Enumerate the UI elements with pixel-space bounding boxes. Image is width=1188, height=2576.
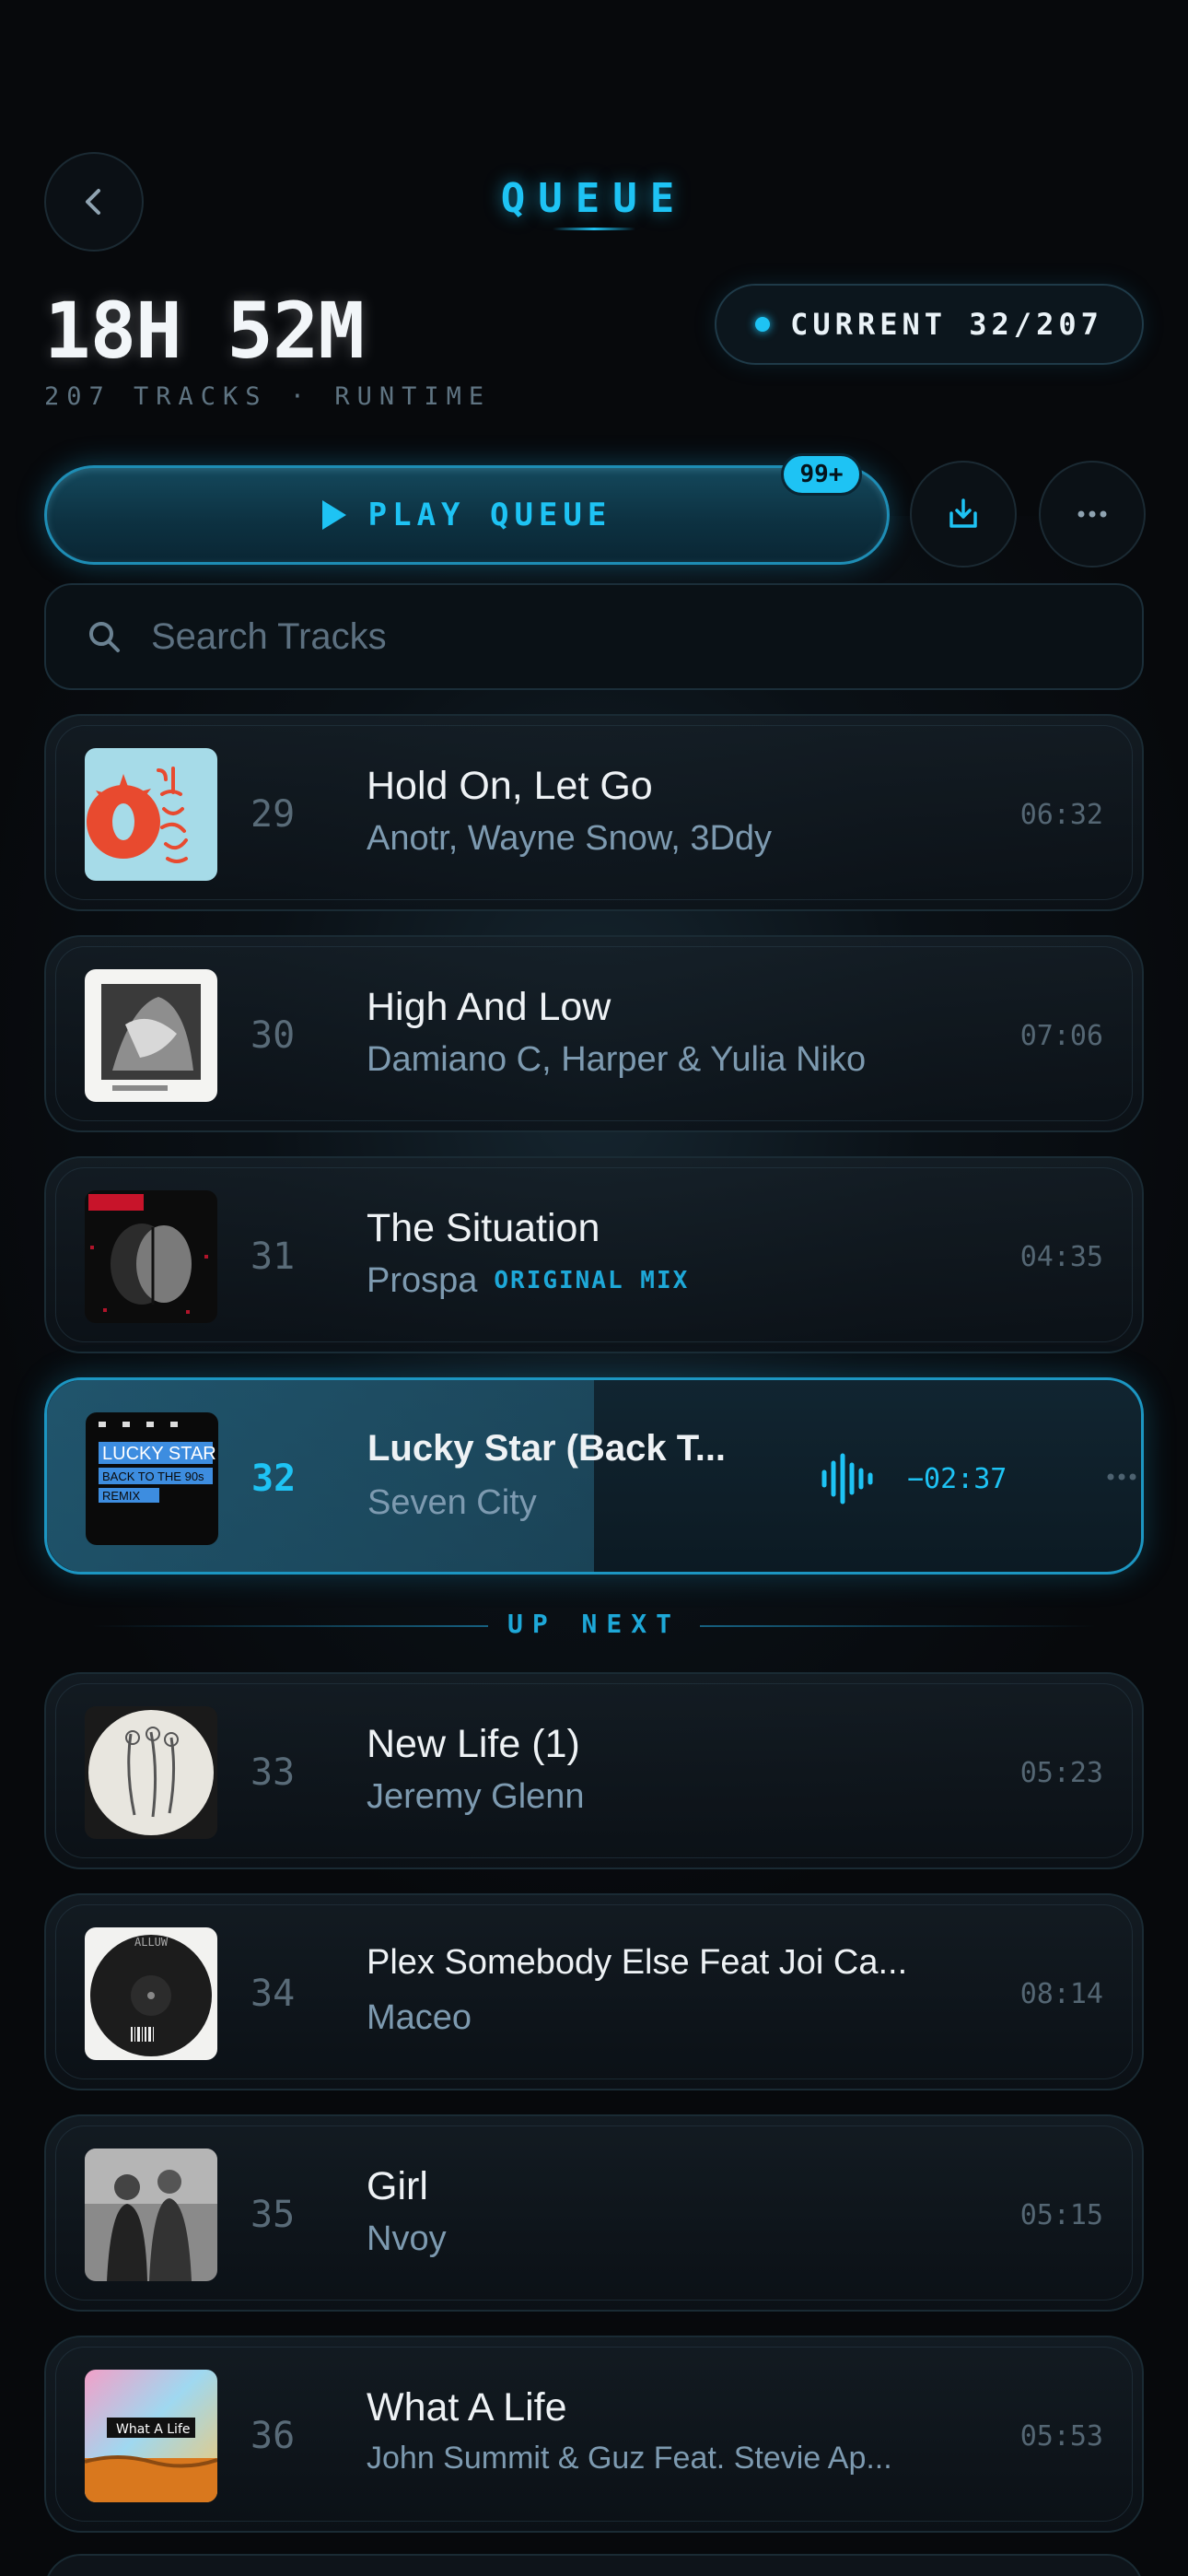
svg-text:ALLUW: ALLUW <box>134 1936 169 1949</box>
track-artist: John Summit & Guz Feat. Stevie Ap... <box>367 2441 892 2476</box>
track-artist: Jeremy Glenn <box>367 1777 585 1816</box>
track-row[interactable]: 30 High And Low Damiano C, Harper & Yuli… <box>44 935 1144 1132</box>
svg-text:What A Life: What A Life <box>116 2422 191 2437</box>
track-number: 35 <box>250 2194 296 2236</box>
play-queue-button[interactable]: PLAY QUEUE <box>44 465 890 565</box>
total-runtime: 18H 52M <box>44 286 365 376</box>
now-playing-row[interactable]: LUCKY STAR BACK TO THE 90s REMIX 32 Luck… <box>44 1377 1144 1575</box>
track-duration: 05:15 <box>1019 2198 1103 2231</box>
track-title: The Situation <box>367 1206 600 1250</box>
more-icon <box>1077 510 1107 518</box>
svg-text:LUCKY STAR: LUCKY STAR <box>102 1444 216 1464</box>
album-cover <box>85 969 217 1102</box>
album-cover <box>85 748 217 881</box>
search-icon <box>89 622 120 652</box>
track-number: 33 <box>250 1751 296 1794</box>
svg-text:REMIX: REMIX <box>102 1489 141 1503</box>
track-options-icon[interactable] <box>1106 1472 1137 1481</box>
play-queue-label: PLAY QUEUE <box>367 497 612 533</box>
track-title: Lucky Star (Back T... <box>367 1428 727 1469</box>
track-artist: Maceo <box>367 1998 472 2037</box>
divider-line <box>700 1625 1096 1627</box>
track-duration: 07:06 <box>1019 1019 1103 1052</box>
current-position-label: CURRENT 32/207 <box>790 307 1103 342</box>
track-row[interactable]: ALLUW 34 Plex Somebody Else Feat Joi Ca.… <box>44 1893 1144 2090</box>
track-number: 29 <box>250 793 296 836</box>
count-badge: 99+ <box>781 453 862 496</box>
track-title: High And Low <box>367 985 611 1029</box>
up-next-divider: UP NEXT <box>0 1603 1188 1649</box>
track-artist: Damiano C, Harper & Yulia Niko <box>367 1040 867 1079</box>
status-dot-icon <box>755 317 771 332</box>
search-bar[interactable] <box>44 583 1144 690</box>
track-row[interactable]: 35 Girl Nvoy 05:15 <box>44 2114 1144 2312</box>
runtime-subtitle: 207 TRACKS · RUNTIME <box>44 382 492 411</box>
track-number: 30 <box>250 1014 296 1057</box>
download-button[interactable] <box>910 461 1017 568</box>
track-duration: 06:32 <box>1019 798 1103 831</box>
track-number: 34 <box>250 1973 296 2015</box>
track-title: Girl <box>367 2164 428 2208</box>
search-input[interactable] <box>151 615 980 658</box>
track-duration: 05:23 <box>1019 1756 1103 1789</box>
album-cover <box>85 1706 217 1839</box>
track-title: Plex Somebody Else Feat Joi Ca... <box>367 1943 908 1982</box>
album-cover <box>85 1190 217 1323</box>
track-row[interactable]: 29 Hold On, Let Go Anotr, Wayne Snow, 3D… <box>44 714 1144 911</box>
track-artist: Seven City <box>367 1483 537 1522</box>
track-duration: 08:14 <box>1019 1977 1103 2010</box>
track-duration: 05:53 <box>1019 2419 1103 2453</box>
track-row-partial[interactable] <box>44 2554 1144 2576</box>
download-icon <box>949 498 977 528</box>
track-row[interactable]: What A Life 36 What A Life John Summit &… <box>44 2336 1144 2533</box>
track-duration: 04:35 <box>1019 1240 1103 1273</box>
track-artist: Nvoy <box>367 2219 447 2258</box>
track-artist-line: Prospa ORIGINAL MIX <box>367 1261 689 1301</box>
time-remaining: −02:37 <box>907 1462 1007 1495</box>
track-title: Hold On, Let Go <box>367 764 653 808</box>
title-underline <box>553 228 635 230</box>
track-title: What A Life <box>367 2385 567 2430</box>
track-number: 31 <box>250 1235 296 1278</box>
track-number: 36 <box>250 2415 296 2457</box>
current-position-pill[interactable]: CURRENT 32/207 <box>715 284 1144 365</box>
album-cover: ALLUW <box>85 1927 217 2060</box>
album-cover: LUCKY STAR BACK TO THE 90s REMIX <box>86 1412 218 1545</box>
svg-text:BACK TO THE 90s: BACK TO THE 90s <box>102 1469 204 1483</box>
track-row[interactable]: 33 New Life (1) Jeremy Glenn 05:23 <box>44 1672 1144 1869</box>
more-options-button[interactable] <box>1039 461 1146 568</box>
track-artist: Anotr, Wayne Snow, 3Ddy <box>367 819 773 858</box>
album-cover <box>85 2149 217 2281</box>
track-row[interactable]: 31 The Situation Prospa ORIGINAL MIX 04:3… <box>44 1156 1144 1353</box>
track-title: New Life (1) <box>367 1722 580 1766</box>
track-artist: Prospa <box>367 1261 478 1300</box>
up-next-label: UP NEXT <box>507 1609 681 1639</box>
track-number: 32 <box>251 1458 297 1500</box>
play-icon <box>321 500 346 530</box>
page-title: QUEUE <box>500 175 688 222</box>
mix-tag: ORIGINAL MIX <box>494 1267 690 1294</box>
equalizer-icon <box>821 1453 873 1505</box>
album-cover: What A Life <box>85 2370 217 2502</box>
